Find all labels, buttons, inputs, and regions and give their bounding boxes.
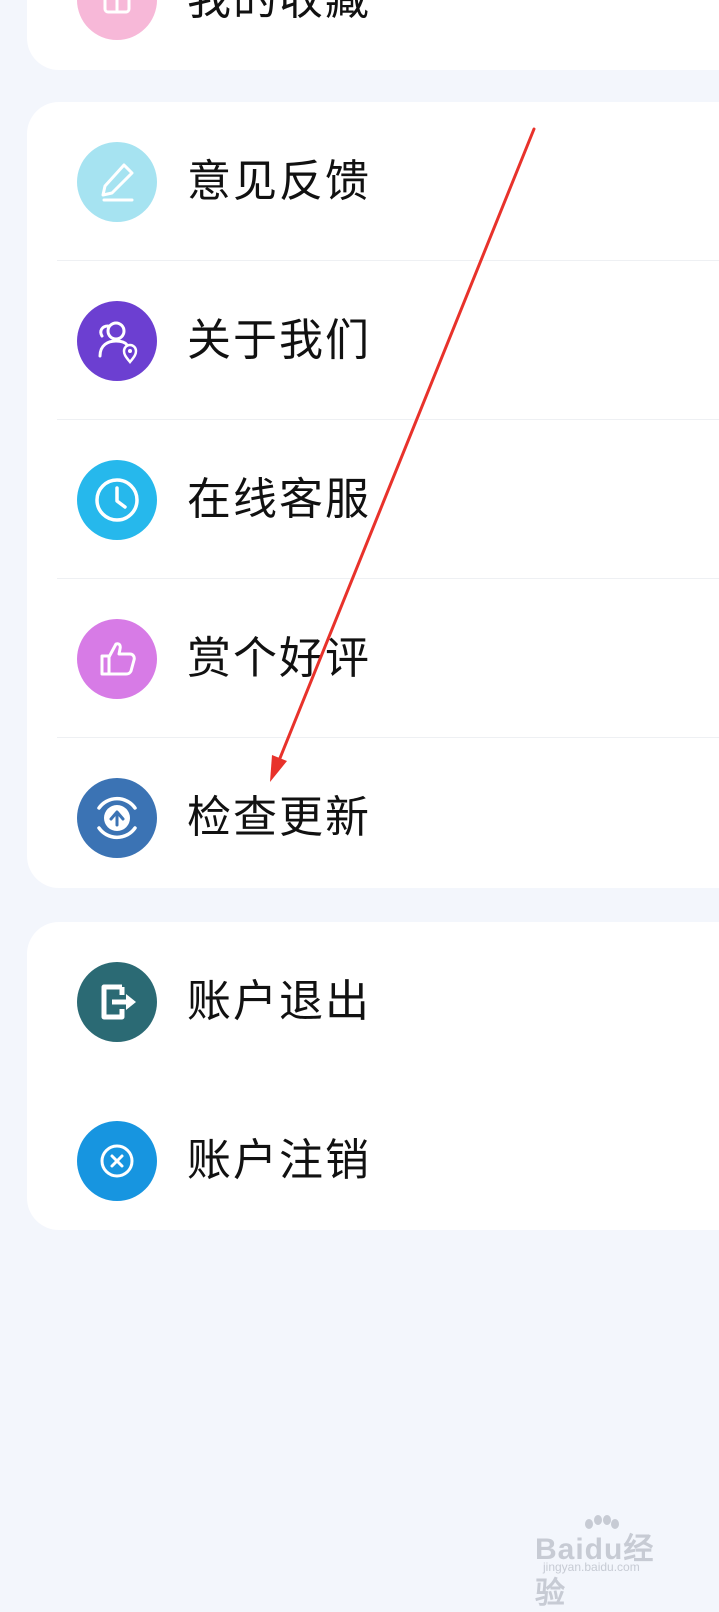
menu-item-label: 关于我们	[187, 314, 371, 366]
exit-icon	[77, 961, 157, 1042]
upload-arrow-icon	[77, 777, 157, 858]
account-card: 账户退出 账户注销	[27, 922, 719, 1230]
users-location-icon	[77, 300, 157, 381]
menu-item-label: 意见反馈	[187, 155, 371, 207]
menu-item-label: 我的收藏	[187, 0, 371, 22]
menu-item-online-service[interactable]: 在线客服	[27, 420, 719, 579]
menu-item-favorites[interactable]: 我的收藏	[27, 0, 719, 70]
thumbs-up-icon	[77, 618, 157, 699]
menu-item-feedback[interactable]: 意见反馈	[27, 102, 719, 261]
menu-item-check-update[interactable]: 检查更新	[27, 738, 719, 888]
menu-item-label: 账户注销	[187, 1134, 371, 1186]
watermark: Baidu经验 jingyan.baidu.com	[529, 1514, 679, 1610]
menu-item-label: 在线客服	[187, 473, 371, 525]
clock-icon	[77, 459, 157, 540]
menu-item-label: 账户退出	[187, 975, 371, 1027]
menu-item-about-us[interactable]: 关于我们	[27, 261, 719, 420]
menu-item-cancel-account[interactable]: 账户注销	[27, 1081, 719, 1230]
menu-item-logout[interactable]: 账户退出	[27, 922, 719, 1081]
menu-item-label: 赏个好评	[187, 632, 371, 684]
favorites-icon	[77, 0, 157, 40]
watermark-url: jingyan.baidu.com	[543, 1560, 640, 1574]
close-circle-icon	[77, 1120, 157, 1201]
menu-item-label: 检查更新	[187, 791, 371, 843]
favorites-card: 我的收藏	[27, 0, 719, 70]
settings-card: 意见反馈 关于我们 在线客服 赏个好评 检查更新	[27, 102, 719, 888]
menu-item-rate-us[interactable]: 赏个好评	[27, 579, 719, 738]
pencil-icon	[77, 141, 157, 222]
